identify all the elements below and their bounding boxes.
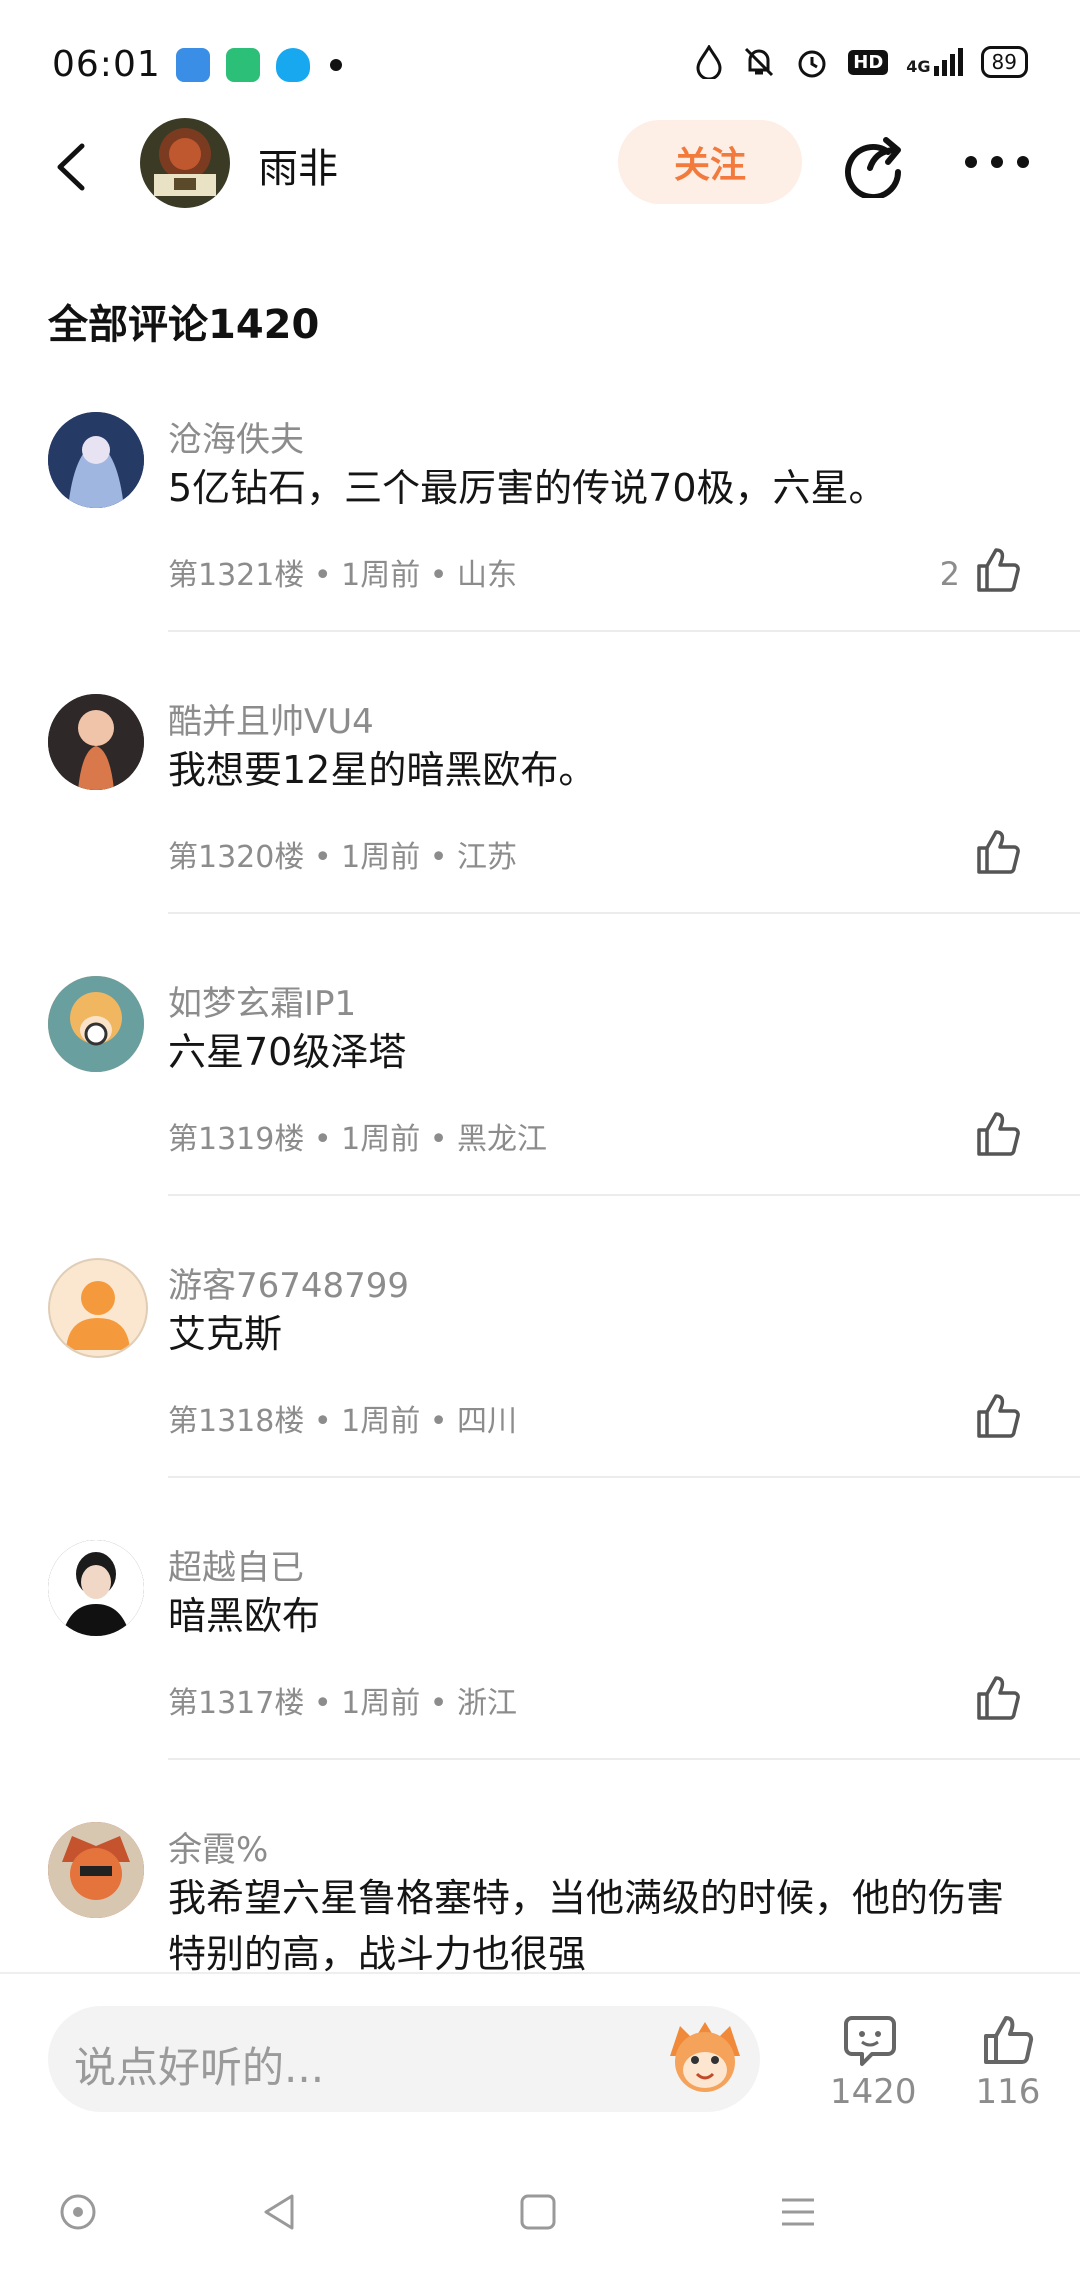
comment-like-button[interactable] bbox=[960, 1110, 1022, 1166]
more-icon[interactable] bbox=[962, 150, 1032, 174]
comment-text: 我希望六星鲁格塞特，当他满级的时候，他的伤害特别的高，战斗力也很强 bbox=[168, 1876, 1005, 1972]
comment-like-button[interactable] bbox=[960, 828, 1022, 884]
battery-icon: 89 bbox=[980, 46, 1028, 78]
commenter-name[interactable]: 游客76748799 bbox=[168, 1258, 409, 1307]
assistant-nav-icon[interactable] bbox=[56, 2190, 100, 2234]
comment-like-count: 2 bbox=[939, 555, 960, 593]
comment-meta: 第1319楼 • 1周前 • 黑龙江 bbox=[168, 1122, 547, 1157]
comment-item[interactable]: 沧海佚夫 5亿钻石，三个最厉害的传说70极，六星。第1321楼 • 1周前 • 山… bbox=[0, 412, 1080, 694]
drop-icon bbox=[696, 45, 722, 79]
thumb-up-icon[interactable] bbox=[974, 1392, 1022, 1448]
mute-bell-icon bbox=[745, 47, 774, 77]
comment-meta: 第1318楼 • 1周前 • 四川 bbox=[168, 1404, 517, 1439]
thumb-up-icon[interactable] bbox=[974, 828, 1022, 884]
mascot-emoji-icon[interactable] bbox=[664, 2016, 746, 2098]
commenter-avatar[interactable] bbox=[48, 976, 144, 1072]
author-name[interactable]: 雨非 bbox=[258, 136, 338, 194]
comment-text: 5亿钻石，三个最厉害的传说70极，六星。 bbox=[168, 466, 887, 510]
commenter-avatar[interactable] bbox=[48, 1540, 144, 1636]
comment-like-button[interactable] bbox=[960, 1674, 1022, 1730]
comments-title: 全部评论1420 bbox=[48, 302, 320, 348]
app-notification-icon bbox=[176, 48, 210, 82]
like-icon[interactable] bbox=[980, 2012, 1036, 2068]
comment-meta: 第1321楼 • 1周前 • 山东 bbox=[168, 558, 517, 593]
commenter-name[interactable]: 余霞% bbox=[168, 1822, 268, 1871]
signal-icon: 4G bbox=[906, 48, 963, 76]
comment-divider bbox=[168, 1194, 1080, 1196]
back-icon[interactable] bbox=[52, 142, 92, 192]
back-nav-icon[interactable] bbox=[258, 2190, 302, 2234]
comment-text: 六星70级泽塔 bbox=[168, 1030, 407, 1074]
commenter-name[interactable]: 超越自已 bbox=[168, 1540, 304, 1589]
comment-input-placeholder: 说点好听的... bbox=[74, 2043, 325, 2092]
status-time: 06:01 bbox=[52, 44, 161, 85]
home-nav-icon[interactable] bbox=[516, 2190, 560, 2234]
like-count: 116 bbox=[975, 2072, 1041, 2112]
comment-count-icon[interactable] bbox=[842, 2012, 898, 2068]
commenter-avatar[interactable] bbox=[48, 1258, 148, 1358]
status-bar: 06:01 HD 4G 89 bbox=[0, 0, 1080, 120]
comment-like-button[interactable]: 2 bbox=[940, 546, 1022, 602]
commenter-avatar[interactable] bbox=[48, 1822, 144, 1918]
comment-count: 1420 bbox=[830, 2072, 917, 2112]
alarm-icon bbox=[798, 50, 826, 78]
share-icon[interactable] bbox=[840, 132, 906, 198]
thumb-up-icon[interactable] bbox=[974, 1110, 1022, 1166]
comment-like-button[interactable] bbox=[960, 1392, 1022, 1448]
commenter-name[interactable]: 如梦玄霜IP1 bbox=[168, 976, 356, 1025]
author-avatar[interactable] bbox=[140, 118, 230, 208]
hd-badge: HD bbox=[848, 49, 889, 75]
recents-nav-icon[interactable] bbox=[776, 2190, 820, 2234]
comment-item[interactable]: 酷并且帅VU4 我想要12星的暗黑欧布。第1320楼 • 1周前 • 江苏 bbox=[0, 694, 1080, 976]
comment-text: 暗黑欧布 bbox=[168, 1594, 321, 1638]
notification-dot-icon bbox=[330, 59, 342, 71]
follow-button[interactable]: 关注 bbox=[618, 120, 802, 204]
battery-app-icon bbox=[226, 48, 260, 82]
commenter-name[interactable]: 沧海佚夫 bbox=[168, 412, 304, 461]
commenter-name[interactable]: 酷并且帅VU4 bbox=[168, 694, 374, 743]
comment-meta: 第1317楼 • 1周前 • 浙江 bbox=[168, 1686, 517, 1721]
comment-divider bbox=[168, 912, 1080, 914]
comment-text: 艾克斯 bbox=[168, 1312, 283, 1356]
comment-divider bbox=[168, 630, 1080, 632]
status-icons: HD 4G 89 bbox=[694, 44, 1028, 80]
qq-icon bbox=[276, 48, 310, 82]
comment-item[interactable]: 游客76748799 艾克斯第1318楼 • 1周前 • 四川 bbox=[0, 1258, 1080, 1540]
comment-item[interactable]: 超越自已暗黑欧布第1317楼 • 1周前 • 浙江 bbox=[0, 1540, 1080, 1822]
comment-divider bbox=[168, 1476, 1080, 1478]
commenter-avatar[interactable] bbox=[48, 412, 144, 508]
comment-divider bbox=[168, 1758, 1080, 1760]
comment-item[interactable]: 如梦玄霜IP1 六星70级泽塔第1319楼 • 1周前 • 黑龙江 bbox=[0, 976, 1080, 1258]
thumb-up-icon[interactable] bbox=[974, 1674, 1022, 1730]
comment-item[interactable]: 余霞% 我希望六星鲁格塞特，当他满级的时候，他的伤害特别的高，战斗力也很强 bbox=[0, 1822, 1080, 1972]
thumb-up-icon[interactable] bbox=[974, 546, 1022, 602]
commenter-avatar[interactable] bbox=[48, 694, 144, 790]
comment-text: 我想要12星的暗黑欧布。 bbox=[168, 748, 597, 792]
comment-meta: 第1320楼 • 1周前 • 江苏 bbox=[168, 840, 517, 875]
